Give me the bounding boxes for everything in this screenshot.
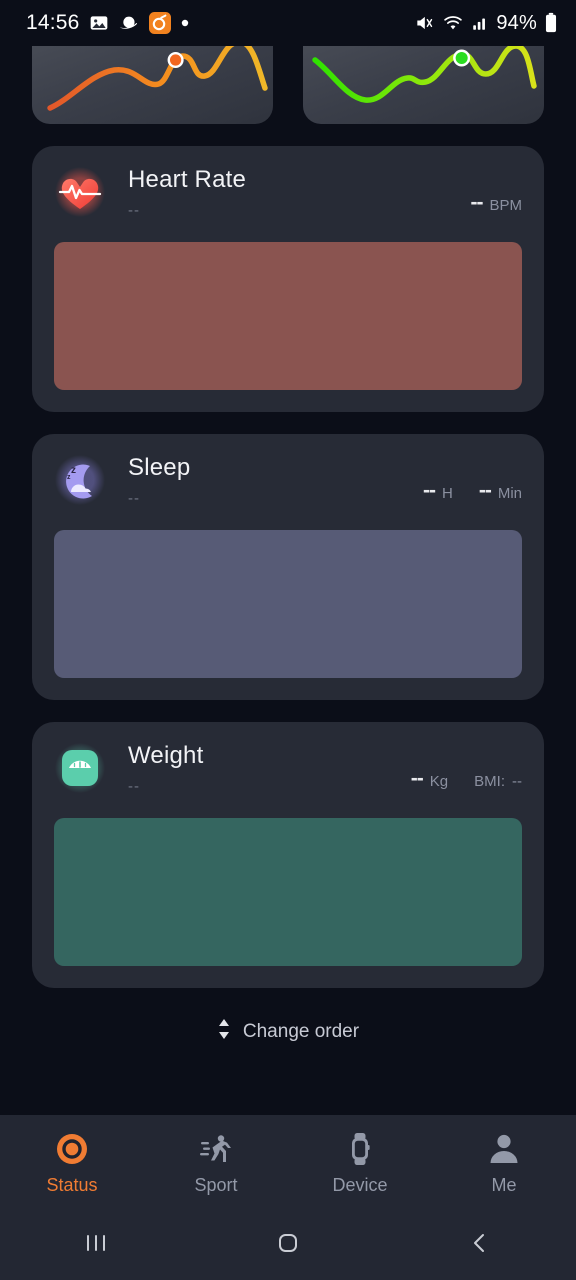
calories-mini-card[interactable] xyxy=(303,46,544,124)
running-person-icon xyxy=(199,1130,233,1168)
status-bar: 14:56 94% xyxy=(0,0,576,46)
svg-text:z: z xyxy=(71,465,76,476)
readout-minutes-unit: Min xyxy=(497,485,522,502)
card-weight[interactable]: Weight -- -- Kg BMI: -- xyxy=(32,722,544,988)
readout-hours-value: -- xyxy=(422,479,436,502)
readout-weight-unit: Kg xyxy=(429,773,449,790)
back-button[interactable] xyxy=(384,1230,576,1261)
scroll-content[interactable]: Heart Rate -- -- BPM z z Sleep -- -- H -… xyxy=(0,46,576,1115)
system-navigation-bar xyxy=(0,1210,576,1280)
card-title: Heart Rate xyxy=(128,166,247,193)
bmi-value: -- xyxy=(512,773,522,790)
readout-weight-value: -- xyxy=(410,767,424,790)
card-titles: Heart Rate -- xyxy=(128,164,246,219)
nav-label-status: Status xyxy=(46,1174,98,1195)
card-sleep[interactable]: z z Sleep -- -- H -- Min xyxy=(32,434,544,700)
nav-label-sport: Sport xyxy=(194,1174,238,1195)
status-bar-right: 94% xyxy=(413,12,558,35)
card-subtitle: -- xyxy=(128,778,140,795)
card-header: Weight -- -- Kg BMI: -- xyxy=(54,740,522,802)
readout-unit: BPM xyxy=(489,197,522,214)
battery-icon xyxy=(544,12,558,34)
heart-rate-readout: -- BPM xyxy=(470,191,522,216)
rounded-square-icon xyxy=(275,1230,301,1261)
change-order-button[interactable]: Change order xyxy=(0,1018,576,1046)
sleep-chart-placeholder[interactable] xyxy=(54,530,522,678)
steps-mini-card[interactable] xyxy=(32,46,273,124)
person-icon xyxy=(487,1130,521,1168)
nav-item-me[interactable]: Me xyxy=(432,1130,576,1196)
smartwatch-icon xyxy=(343,1130,377,1168)
nav-item-status[interactable]: Status xyxy=(0,1130,144,1196)
readout-value: -- xyxy=(470,191,483,214)
mini-cards-row xyxy=(0,46,576,124)
signal-icon xyxy=(471,13,489,33)
card-header: Heart Rate -- -- BPM xyxy=(54,164,522,226)
mute-icon xyxy=(413,13,435,33)
status-bar-left: 14:56 xyxy=(26,11,189,35)
readout-minutes-value: -- xyxy=(478,479,492,502)
weight-readout: -- Kg BMI: -- xyxy=(410,767,522,792)
nav-item-device[interactable]: Device xyxy=(288,1130,432,1196)
nav-label-me: Me xyxy=(491,1174,517,1195)
wifi-icon xyxy=(442,13,464,33)
up-down-arrow-icon xyxy=(217,1018,231,1046)
sleep-readout: -- H -- Min xyxy=(422,479,522,504)
recents-button[interactable] xyxy=(0,1230,192,1261)
chevron-left-icon xyxy=(467,1230,493,1261)
dot-indicator xyxy=(181,19,189,27)
weight-scale-icon xyxy=(54,742,106,794)
status-ring-icon xyxy=(55,1130,89,1168)
battery-percent-label: 94% xyxy=(496,11,537,34)
planet-icon xyxy=(118,13,139,34)
weight-chart-placeholder[interactable] xyxy=(54,818,522,966)
home-button[interactable] xyxy=(192,1230,384,1261)
card-titles: Weight -- xyxy=(128,740,203,795)
bottom-navigation: Status Sport Device Me xyxy=(0,1115,576,1210)
card-title: Sleep xyxy=(128,454,191,481)
nav-label-device: Device xyxy=(332,1174,388,1195)
nav-item-sport[interactable]: Sport xyxy=(144,1130,288,1196)
card-heart-rate[interactable]: Heart Rate -- -- BPM xyxy=(32,146,544,412)
card-header: z z Sleep -- -- H -- Min xyxy=(54,452,522,514)
heart-pulse-icon xyxy=(54,166,106,218)
heart-rate-chart-placeholder[interactable] xyxy=(54,242,522,390)
three-bars-icon xyxy=(83,1230,109,1261)
change-order-label: Change order xyxy=(242,1021,360,1042)
gallery-icon xyxy=(89,13,109,33)
app-screen: 14:56 94% Heart Rate -- -- BPM z z Sleep… xyxy=(0,0,576,1280)
status-bar-clock: 14:56 xyxy=(26,11,80,34)
sleeping-moon-icon: z z xyxy=(54,454,106,506)
card-title: Weight xyxy=(128,742,204,769)
bmi-label: BMI: xyxy=(474,773,505,790)
card-subtitle: -- xyxy=(128,202,140,219)
readout-hours-unit: H xyxy=(441,485,453,502)
card-titles: Sleep -- xyxy=(128,452,190,507)
card-subtitle: -- xyxy=(128,490,140,507)
svg-text:z: z xyxy=(67,474,71,481)
camera-app-icon xyxy=(148,11,172,35)
